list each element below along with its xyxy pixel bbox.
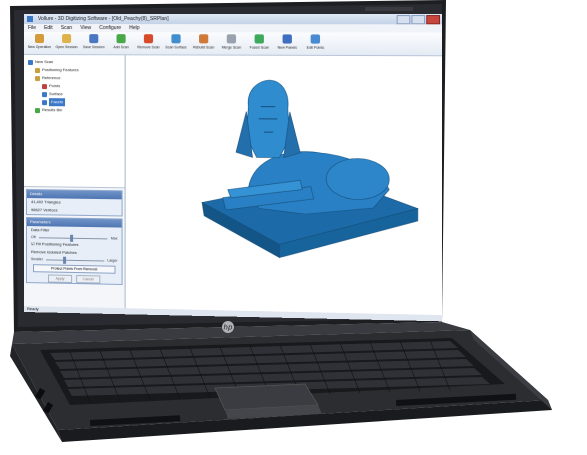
tree-item-label: Points: [49, 83, 61, 89]
app-window: Vollure - 3D Digitizing Software - [Old_…: [24, 14, 443, 322]
rebuild-scan-button[interactable]: Rebuild Scan: [191, 32, 217, 54]
tree-node-icon: [34, 75, 40, 81]
menu-configure[interactable]: Configure: [99, 24, 121, 32]
add-scan-icon: [116, 34, 126, 44]
remove-scan-icon: [143, 34, 154, 44]
tree-node-icon: [34, 107, 40, 113]
patch-size-slider[interactable]: Smaller Larger: [31, 256, 118, 264]
main-toolbar: New Operation Open Session Save Session Add…: [24, 32, 443, 57]
tree-node-icon: [41, 99, 48, 105]
panels-icon: [282, 34, 292, 44]
toolbar-label: Scan Surface: [165, 45, 187, 50]
fused-scan-button[interactable]: Fused Scan: [246, 32, 272, 54]
slider-thumb[interactable]: [63, 256, 67, 264]
open-session-button[interactable]: Open Session: [54, 32, 79, 54]
resolution-panel: Parameters Data Filter Off Max ☑ Fill Po…: [25, 217, 123, 285]
merge-scan-icon: [226, 34, 237, 44]
3d-viewport[interactable]: [125, 55, 443, 316]
toolbar-label: New Panels: [277, 45, 297, 50]
save-disk-icon: [89, 34, 99, 44]
tree-item-label: Surface: [49, 91, 63, 97]
window-titlebar: Vollure - 3D Digitizing Software - [Old_…: [24, 14, 443, 25]
protect-points-button[interactable]: Protect Points From Removal: [32, 264, 116, 274]
scan-details-panel: Details 41,402 Triangles 98627 Vertices: [25, 189, 123, 217]
remove-scan-button[interactable]: Remove Scan: [136, 32, 161, 54]
tree-node-icon: [41, 83, 48, 89]
tree-item-label: Results Bin: [41, 107, 63, 113]
menu-view[interactable]: View: [80, 24, 91, 32]
menu-edit[interactable]: Edit: [44, 24, 53, 32]
toolbar-label: Save Session: [82, 45, 105, 50]
tree-item-label: New Scan: [34, 59, 54, 65]
window-title: Vollure - 3D Digitizing Software - [Old_…: [37, 16, 169, 23]
toolbar-label: Edit Points: [306, 45, 325, 50]
edit-points-icon: [310, 34, 321, 44]
toolbar-label: Open Session: [55, 45, 78, 50]
menu-scan[interactable]: Scan: [61, 24, 72, 32]
tree-item-label: Facets: [49, 98, 66, 107]
maximize-button[interactable]: [411, 15, 426, 25]
vertex-count: 98627 Vertices: [30, 207, 58, 213]
tree-item-new-scan[interactable]: New Scan: [24, 58, 125, 66]
tree-node-icon: [41, 91, 48, 97]
app-icon: [26, 16, 33, 23]
cancel-button[interactable]: Cancel: [76, 275, 101, 284]
toolbar-label: Remove Scan: [137, 45, 160, 50]
new-panels-button[interactable]: New Panels: [274, 32, 300, 54]
tree-node-icon: [34, 67, 40, 73]
menu-help[interactable]: Help: [129, 24, 139, 32]
tree-item-label: Positioning Features: [41, 67, 79, 73]
slider-larger-label: Larger: [107, 258, 118, 263]
tree-node-icon: [27, 59, 33, 65]
scan-tree: New Scan Positioning Features Reference Poi…: [24, 55, 125, 189]
sphinx-model: [126, 55, 437, 314]
scan-surface-button[interactable]: Scan Surface: [163, 32, 189, 54]
apply-button[interactable]: Apply: [48, 274, 73, 283]
fill-features-label: Fill Positioning Features: [35, 241, 79, 247]
save-session-button[interactable]: Save Session: [81, 32, 106, 54]
svg-text:hp: hp: [224, 324, 233, 332]
menu-file[interactable]: File: [28, 24, 36, 32]
minimize-button[interactable]: [396, 15, 411, 25]
fused-scan-icon: [254, 34, 264, 44]
toolbar-label: New Operation: [27, 45, 52, 50]
slider-smaller-label: Smaller: [30, 257, 43, 262]
tree-item-results-bin[interactable]: Results Bin: [24, 106, 125, 115]
toolbar-label: Add Scan: [113, 45, 129, 50]
slider-max-label: Max: [110, 236, 118, 241]
slider-thumb[interactable]: [69, 234, 73, 242]
open-folder-icon: [62, 34, 72, 44]
toolbar-label: Merge Scan: [221, 45, 242, 50]
tree-item-label: Reference: [41, 75, 61, 81]
scan-surface-icon: [171, 34, 181, 44]
new-operation-button[interactable]: New Operation: [27, 32, 52, 54]
edit-points-button[interactable]: Edit Points: [302, 32, 328, 55]
new-document-icon: [34, 34, 45, 44]
toolbar-label: Fused Scan: [249, 45, 269, 50]
close-button[interactable]: [426, 15, 441, 25]
rebuild-scan-icon: [199, 34, 209, 44]
slider-min-label: Off: [30, 235, 36, 240]
toolbar-label: Rebuild Scan: [192, 45, 215, 50]
left-panel: New Scan Positioning Features Reference Poi…: [24, 55, 126, 309]
add-scan-button[interactable]: Add Scan: [108, 32, 133, 54]
merge-scan-button[interactable]: Merge Scan: [219, 32, 245, 54]
